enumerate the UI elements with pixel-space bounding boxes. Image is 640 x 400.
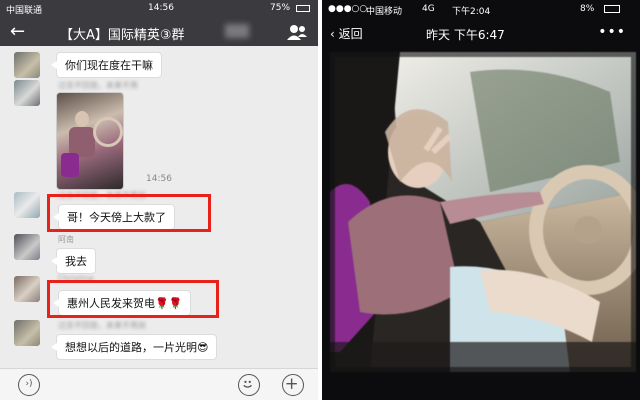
- viewer-header: ‹ 返回 昨天 下午6:47 •••: [322, 18, 640, 48]
- chat-screenshot: 中国联通 14:56 75% ← 【大A】国际精英③群 你们现在度在干嘛 过去不…: [0, 0, 318, 400]
- input-bar: ›): [0, 368, 318, 400]
- avatar[interactable]: [14, 320, 40, 346]
- sender-name: 阿南: [58, 235, 74, 244]
- status-bar: 中国联通 14:56 75%: [0, 0, 318, 18]
- avatar[interactable]: [14, 80, 40, 106]
- plus-icon[interactable]: [282, 374, 304, 396]
- avatar[interactable]: [14, 276, 40, 302]
- sender-name: 过去不回首，未来不再: [58, 81, 138, 90]
- status-time: 下午2:04: [452, 7, 491, 17]
- battery-label: 75%: [270, 3, 291, 13]
- avatar[interactable]: [14, 192, 40, 218]
- group-icon[interactable]: [286, 23, 308, 41]
- emoji-icon[interactable]: [238, 374, 260, 396]
- signal-icon: ●●●○○: [328, 4, 368, 14]
- car-selfie-photo: [330, 52, 636, 372]
- battery-icon: [604, 5, 620, 13]
- battery-label: 8%: [580, 4, 595, 14]
- back-label: 返回: [338, 27, 363, 41]
- timestamp-divider: 14:56: [146, 174, 172, 184]
- carrier-label: 中国联通: [6, 6, 43, 16]
- status-time: 14:56: [148, 3, 174, 13]
- photo-timestamp: 昨天 下午6:47: [426, 28, 505, 42]
- status-bar: ●●●○○ 中国移动 4G 下午2:04 8%: [322, 0, 640, 18]
- highlight-box: [47, 280, 219, 318]
- sender-name: 过去不回首，未来不再就: [58, 321, 146, 330]
- network-label: 4G: [422, 4, 435, 14]
- back-button[interactable]: ‹ 返回: [330, 25, 363, 42]
- back-arrow-icon[interactable]: ←: [10, 21, 25, 42]
- message-bubble: 你们现在度在干嘛: [51, 52, 162, 78]
- chat-title-bar: ← 【大A】国际精英③群: [0, 18, 318, 46]
- voice-icon[interactable]: ›): [18, 374, 40, 396]
- redacted-region: [225, 24, 249, 38]
- chat-title: 【大A】国际精英③群: [60, 28, 185, 43]
- highlight-box: [47, 194, 211, 232]
- message-bubble: 想想以后的道路，一片光明😎: [50, 334, 218, 360]
- avatar[interactable]: [14, 52, 40, 78]
- message-bubble: 我去: [51, 248, 96, 274]
- photo-viewer: ●●●○○ 中国移动 4G 下午2:04 8% ‹ 返回 昨天 下午6:47 •…: [322, 0, 640, 400]
- carrier-label: 中国移动: [366, 7, 403, 17]
- avatar[interactable]: [14, 234, 40, 260]
- more-options-icon[interactable]: •••: [598, 24, 626, 40]
- battery-icon: [296, 5, 310, 12]
